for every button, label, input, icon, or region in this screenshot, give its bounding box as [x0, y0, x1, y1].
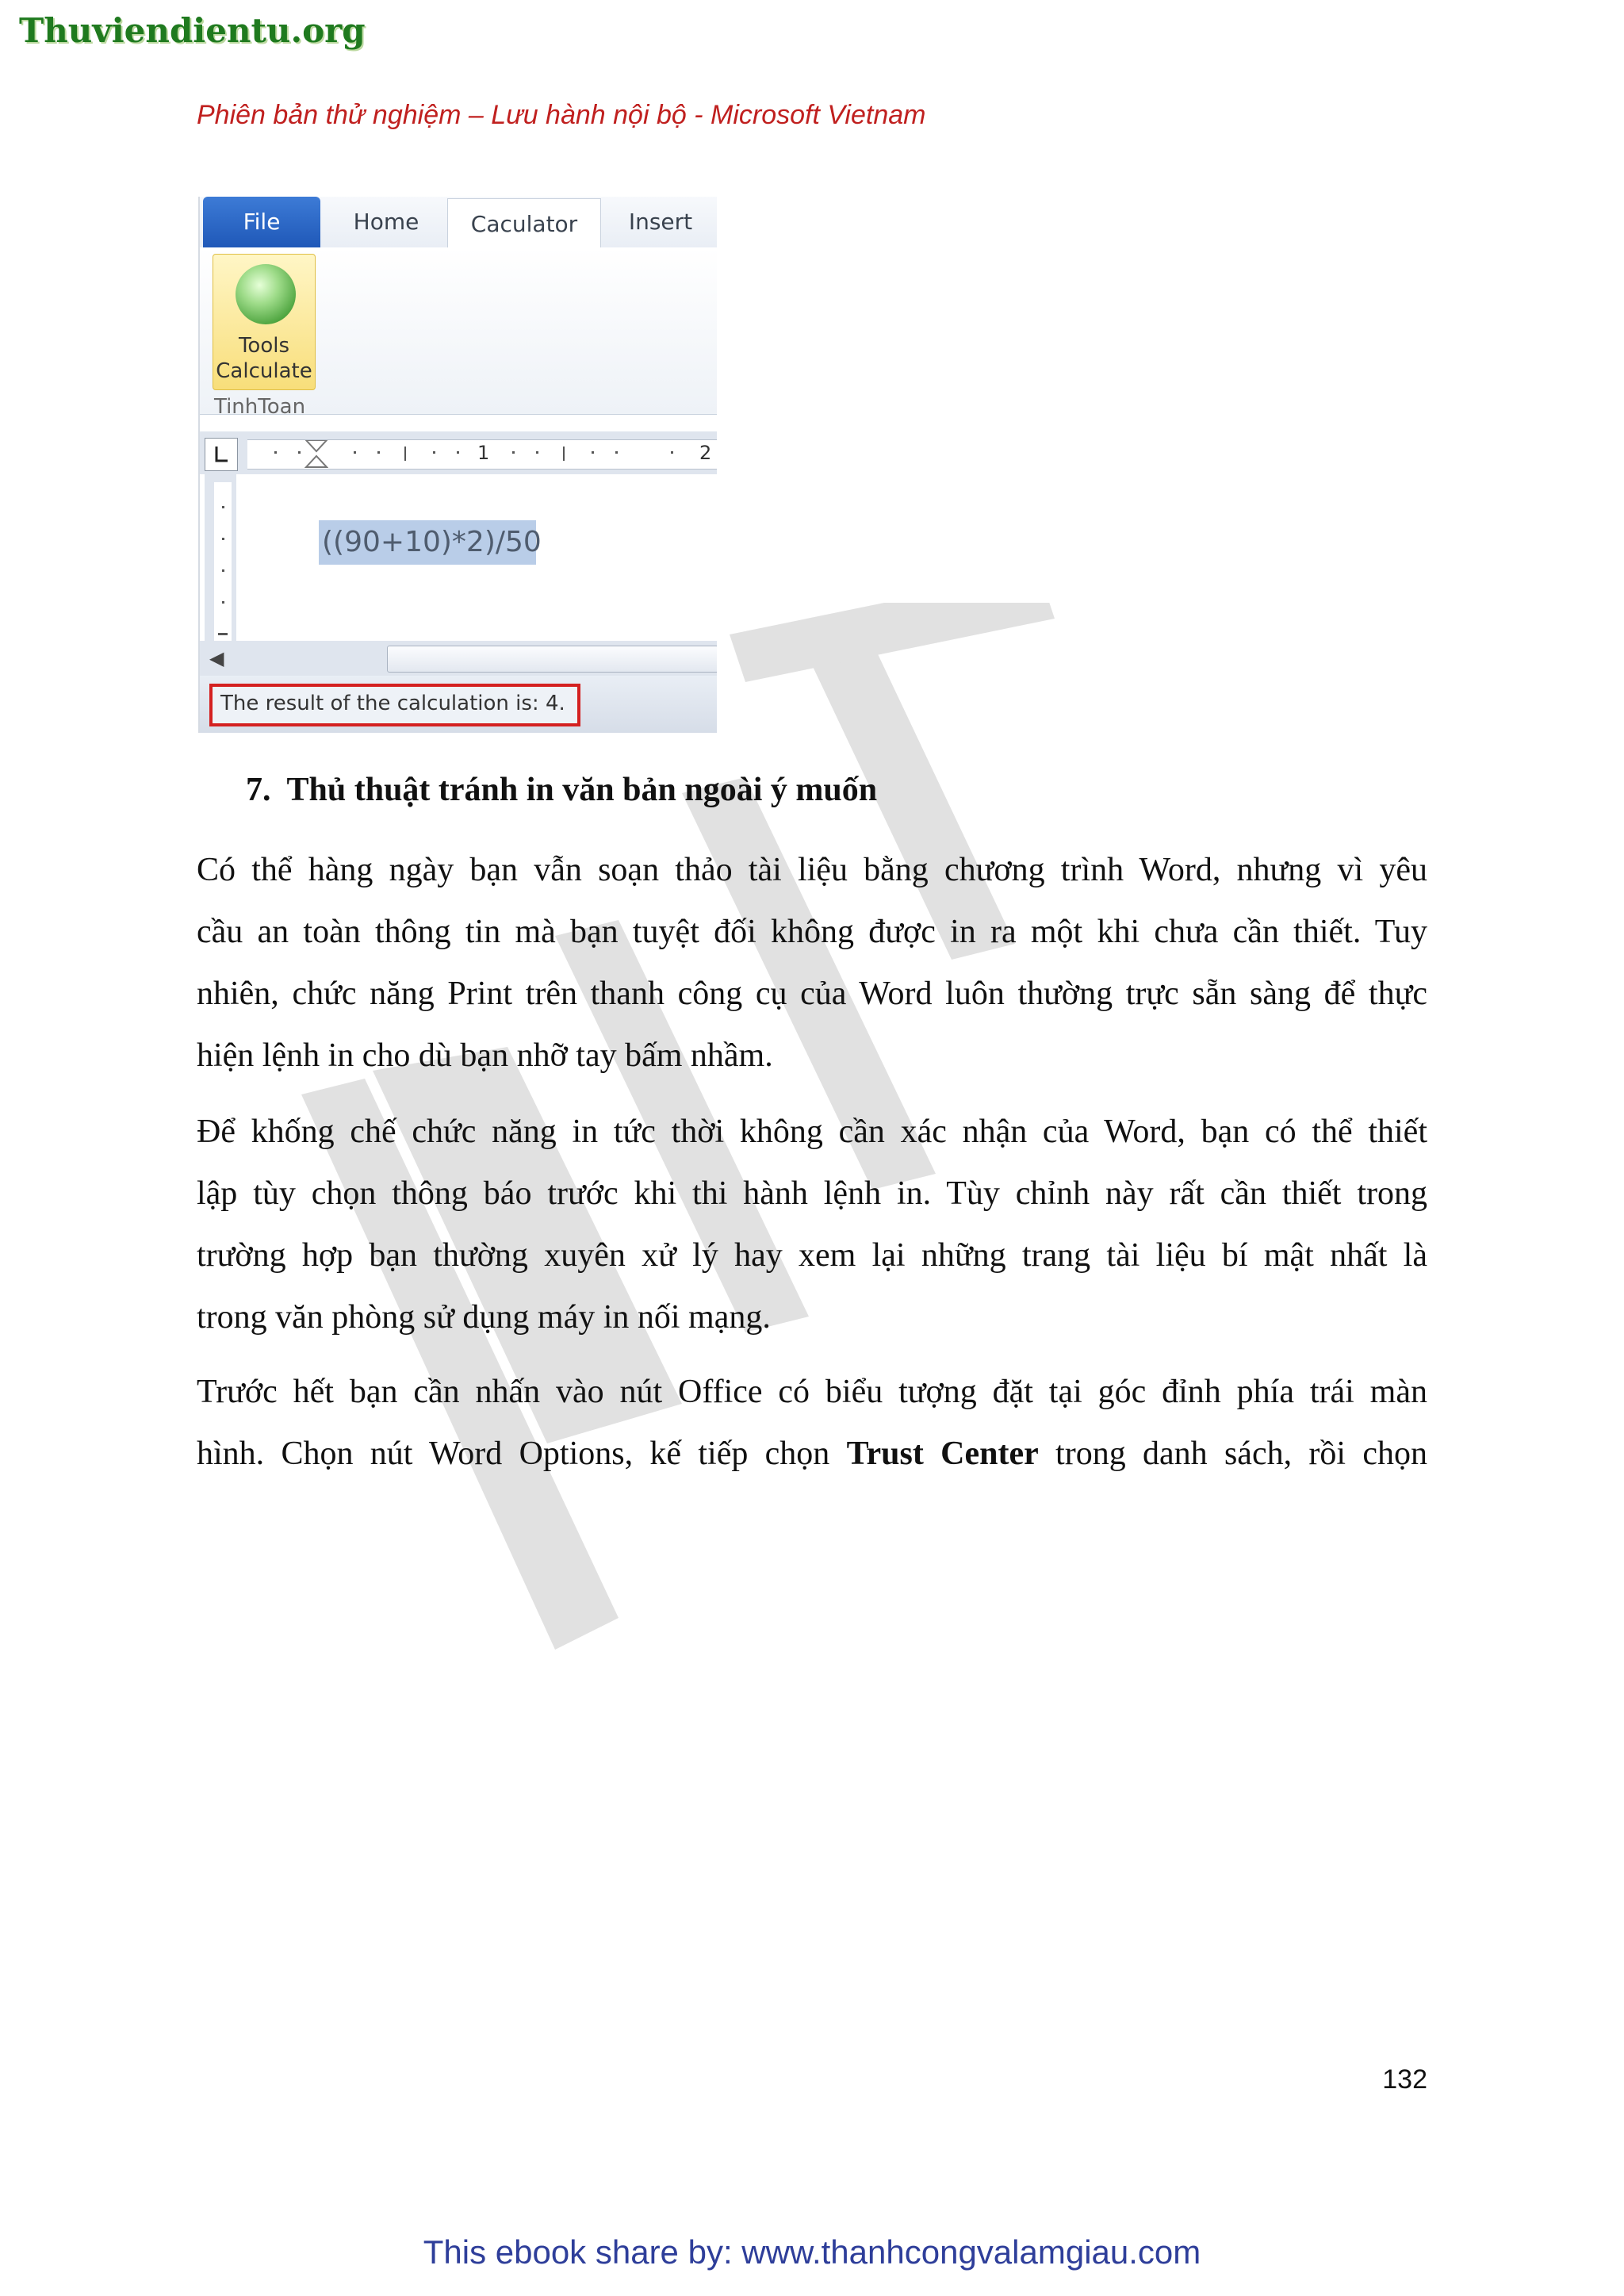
paragraph-line: hiện lệnh in cho dù bạn nhỡ tay bấm nhầm… [197, 1037, 773, 1074]
paragraph-line: trường hợp bạn thường xuyên xử lý hay xe… [197, 1237, 1427, 1274]
ribbon-panel: Tools Calculate TinhToan [200, 247, 717, 419]
vertical-ruler [205, 474, 236, 665]
ribbon-tab-bar: File Home Caculator Insert [200, 197, 717, 248]
word-screenshot: File Home Caculator Insert Tools Calcula… [198, 197, 717, 733]
horizontal-scrollbar[interactable]: ◀ [200, 641, 717, 676]
indent-marker-icon[interactable] [304, 440, 328, 469]
tab-file[interactable]: File [203, 197, 320, 247]
paragraph-3: Trước hết bạn cần nhấn vào nút Office có… [197, 1361, 1427, 1485]
section-heading: 7. Thủ thuật tránh in văn bản ngoài ý muố… [246, 771, 877, 809]
text-run: hình. Chọn nút Word Options, kế tiếp chọ… [197, 1435, 847, 1472]
paragraph-line: lập tùy chọn thông báo trước khi thi hàn… [197, 1175, 1427, 1212]
status-highlight: The result of the calculation is: 4. [209, 684, 580, 726]
scroll-thumb[interactable] [387, 646, 717, 673]
site-logo: Thuviendientu.org [19, 11, 366, 50]
section-number: 7. [246, 772, 271, 808]
document-canvas[interactable] [247, 474, 717, 665]
ruler-number: 2 [699, 442, 712, 464]
paragraph-1: Có thể hàng ngày bạn vẫn soạn thảo tài l… [197, 839, 1427, 1087]
paragraph-2: Để khống chế chức năng in tức thời không… [197, 1101, 1427, 1348]
running-header: Phiên bản thử nghiệm – Lưu hành nội bộ -… [197, 100, 926, 130]
status-text: The result of the calculation is: 4. [220, 692, 565, 715]
tool-label-line2: Calculate [216, 359, 312, 383]
tab-home[interactable]: Home [335, 197, 438, 247]
horizontal-ruler: 1 2 [200, 431, 717, 474]
selected-formula[interactable]: ((90+10)*2)/50 [319, 520, 542, 565]
tab-stop-selector-icon[interactable] [205, 438, 238, 471]
tab-caculator[interactable]: Caculator [447, 198, 601, 248]
status-bar: The result of the calculation is: 4. [200, 676, 717, 733]
green-orb-icon [236, 264, 296, 324]
paragraph-line: trong văn phòng sử dụng máy in nối mạng. [197, 1299, 771, 1336]
footer-credit[interactable]: This ebook share by: www.thanhcongvalamg… [0, 2233, 1624, 2271]
paragraph-line: cầu an toàn thông tin mà bạn tuyệt đối k… [197, 914, 1427, 950]
page-number: 132 [1382, 2064, 1427, 2095]
tools-calculate-button[interactable]: Tools Calculate [213, 254, 316, 390]
paragraph-line: Để khống chế chức năng in tức thời không… [197, 1114, 1427, 1150]
tab-insert[interactable]: Insert [609, 197, 712, 247]
ruler-number: 1 [477, 442, 490, 464]
paragraph-line: Trước hết bạn cần nhấn vào nút Office có… [197, 1374, 1427, 1410]
paragraph-line: hình. Chọn nút Word Options, kế tiếp chọ… [197, 1423, 1427, 1485]
scroll-left-icon[interactable]: ◀ [209, 647, 224, 669]
trust-center-term: Trust Center [846, 1435, 1039, 1472]
section-title: Thủ thuật tránh in văn bản ngoài ý muốn [286, 772, 878, 808]
paragraph-line: Có thể hàng ngày bạn vẫn soạn thảo tài l… [197, 852, 1427, 888]
tool-label-line1: Tools [238, 334, 290, 358]
paragraph-line: nhiên, chức năng Print trên thanh công c… [197, 976, 1427, 1012]
ruler-scale[interactable]: 1 2 [247, 439, 717, 470]
ribbon-group-label: TinhToan [214, 395, 306, 419]
text-run: trong danh sách, rồi chọn [1038, 1435, 1427, 1472]
